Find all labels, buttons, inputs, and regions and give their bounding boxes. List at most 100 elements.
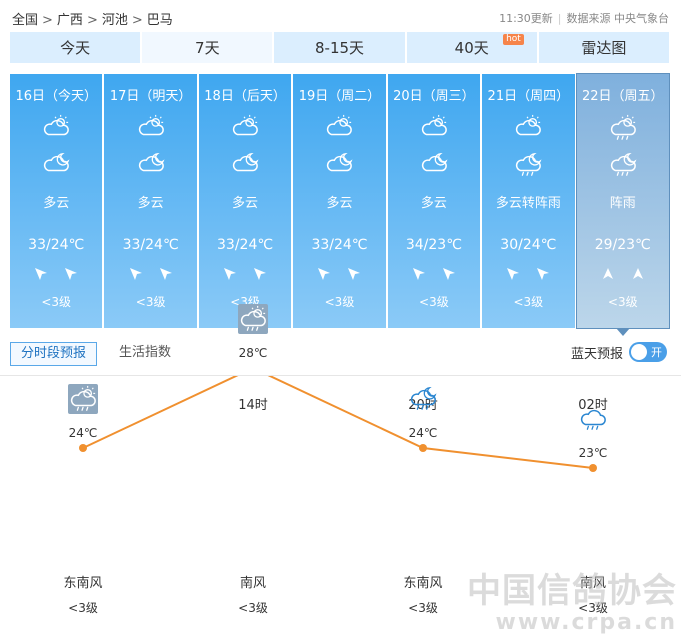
day-card[interactable]: 21日（周四） 多云转阵雨 30/24℃ <3级 (482, 74, 575, 328)
temperature-range: 29/23℃ (594, 237, 651, 253)
data-source: 数据来源 中央气象台 (566, 12, 670, 25)
wind-arrow-icon (506, 266, 520, 285)
wind-arrow-up-icon (601, 266, 615, 285)
day-card[interactable]: 17日（明天） 多云 33/24℃ <3级 (104, 74, 197, 328)
hour-temperature: 24℃ (408, 426, 438, 440)
partly-cloudy-day-icon (230, 114, 260, 140)
breadcrumb-item-city[interactable]: 河池 (102, 13, 128, 28)
day-card[interactable]: 19日（周二） 多云 33/24℃ <3级 (293, 74, 386, 328)
hot-badge: hot (503, 34, 524, 45)
breadcrumb-separator: > (131, 13, 143, 28)
weather-description: 多云转阵雨 (495, 196, 561, 211)
weather-description: 多云 (232, 196, 259, 211)
partly-cloudy-night-icon (41, 150, 71, 176)
wind-arrow-icon (347, 266, 361, 285)
temperature-range: 33/24℃ (122, 237, 179, 253)
temperature-range: 34/23℃ (405, 237, 462, 253)
partly-cloudy-night-icon (136, 150, 166, 176)
wind-arrow-icon (64, 266, 78, 285)
tab-today[interactable]: 今天 (10, 32, 141, 63)
shower-night-icon (408, 384, 438, 414)
toggle-label: 开 (651, 346, 662, 359)
day-card[interactable]: 18日（后天） 多云 33/24℃ <3级 (198, 74, 292, 328)
temperature-range: 33/24℃ (28, 237, 85, 253)
wind-direction: 南风 (579, 576, 606, 591)
weather-description: 多云 (326, 196, 353, 211)
blue-sky-forecast: 蓝天预报 开 (571, 342, 667, 362)
blue-sky-toggle[interactable]: 开 (629, 342, 667, 362)
day-card[interactable]: 20日（周三） 多云 34/23℃ <3级 (387, 74, 481, 328)
hourly-column: 08时 24℃ 东南风 <3级 (23, 376, 143, 644)
wind-level: <3级 (238, 601, 268, 615)
tab-8-15-days[interactable]: 8-15天 (274, 32, 405, 63)
temperature-range: 33/24℃ (311, 237, 368, 253)
wind-arrow-icon (253, 266, 267, 285)
wind-directions (293, 266, 385, 285)
wind-direction: 东南风 (403, 576, 443, 591)
day-card[interactable]: 16日（今天） 多云 33/24℃ <3级 (10, 74, 103, 328)
detail-tabs: 分时段预报 生活指数 (10, 342, 181, 366)
wind-direction: 南风 (239, 576, 266, 591)
partly-cloudy-night-icon (324, 150, 354, 176)
tab-radar[interactable]: 雷达图 (538, 32, 670, 63)
wind-level: <3级 (419, 295, 449, 309)
wind-level: <3级 (513, 295, 544, 309)
temperature-range: 33/24℃ (217, 237, 274, 253)
breadcrumb: 全国 > 广西 > 河池 > 巴马 (12, 9, 173, 28)
wind-arrow-up-icon (631, 266, 645, 285)
temperature-line (82, 376, 594, 469)
forecast-tabs: 今天 7天 8-15天 40天 hot 雷达图 (10, 32, 670, 63)
partly-cloudy-day-icon (513, 114, 543, 140)
partly-cloudy-day-icon (419, 114, 449, 140)
day-date: 16日（今天） (15, 89, 97, 104)
day-date: 20日（周三） (393, 89, 475, 104)
hour-label: 14时 (238, 398, 268, 413)
wind-arrow-icon (536, 266, 550, 285)
wind-arrow-icon (442, 266, 456, 285)
hour-temperature: 24℃ (68, 426, 98, 440)
wind-arrow-icon (34, 266, 48, 285)
wind-arrow-icon (317, 266, 331, 285)
wind-arrow-icon (223, 266, 237, 285)
partly-cloudy-day-icon (136, 114, 166, 140)
shower-day-icon (608, 114, 638, 140)
tab-life-index[interactable]: 生活指数 (109, 342, 181, 366)
wind-level: <3级 (68, 601, 98, 615)
wind-directions (199, 266, 291, 285)
partly-cloudy-day-icon (324, 114, 354, 140)
day-card[interactable]: 22日（周五） 阵雨 29/23℃ <3级 (575, 73, 670, 336)
light-rain-icon (578, 404, 608, 434)
breadcrumb-item-country[interactable]: 全国 (12, 13, 38, 28)
wind-level: <3级 (408, 601, 438, 615)
day-date: 19日（周二） (298, 89, 381, 104)
shower-day-icon (238, 304, 268, 334)
wind-directions (104, 266, 196, 285)
hourly-forecast: 08时 24℃ 东南风 <3级 14时 28℃ 南风 <3级 20时 24℃ 东… (0, 304, 681, 644)
day-date: 18日（后天） (204, 89, 286, 104)
update-time: 11:30更新 (499, 12, 553, 25)
hourly-column: 20时 24℃ 东南风 <3级 (363, 376, 483, 644)
breadcrumb-item-county: 巴马 (146, 13, 173, 28)
meta-divider: | (557, 12, 562, 25)
tab-hourly-forecast[interactable]: 分时段预报 (10, 342, 98, 366)
shower-day-icon (68, 384, 98, 414)
partly-cloudy-day-icon (41, 114, 71, 140)
wind-arrow-icon (159, 266, 173, 285)
breadcrumb-separator: > (86, 13, 98, 28)
wind-direction: 东南风 (63, 576, 103, 591)
top-bar: 全国 > 广西 > 河池 > 巴马 11:30更新 | 数据来源 中央气象台 (0, 0, 681, 32)
tab-7-days[interactable]: 7天 (142, 32, 273, 63)
temperature-range: 30/24℃ (500, 237, 557, 253)
weather-description: 多云 (420, 196, 447, 211)
hour-temperature: 28℃ (238, 346, 268, 360)
hourly-column: 14时 28℃ 南风 <3级 (193, 304, 313, 644)
weather-description: 多云 (43, 196, 70, 211)
update-meta: 11:30更新 | 数据来源 中央气象台 (499, 10, 669, 26)
wind-level: <3级 (135, 295, 166, 309)
tab-40-days[interactable]: 40天 hot (406, 32, 537, 63)
wind-arrow-icon (412, 266, 426, 285)
breadcrumb-item-province[interactable]: 广西 (57, 13, 83, 28)
breadcrumb-separator: > (42, 13, 53, 28)
tab-40-days-label: 40天 (454, 39, 489, 57)
hourly-column: 02时 23℃ 南风 <3级 (533, 376, 653, 644)
